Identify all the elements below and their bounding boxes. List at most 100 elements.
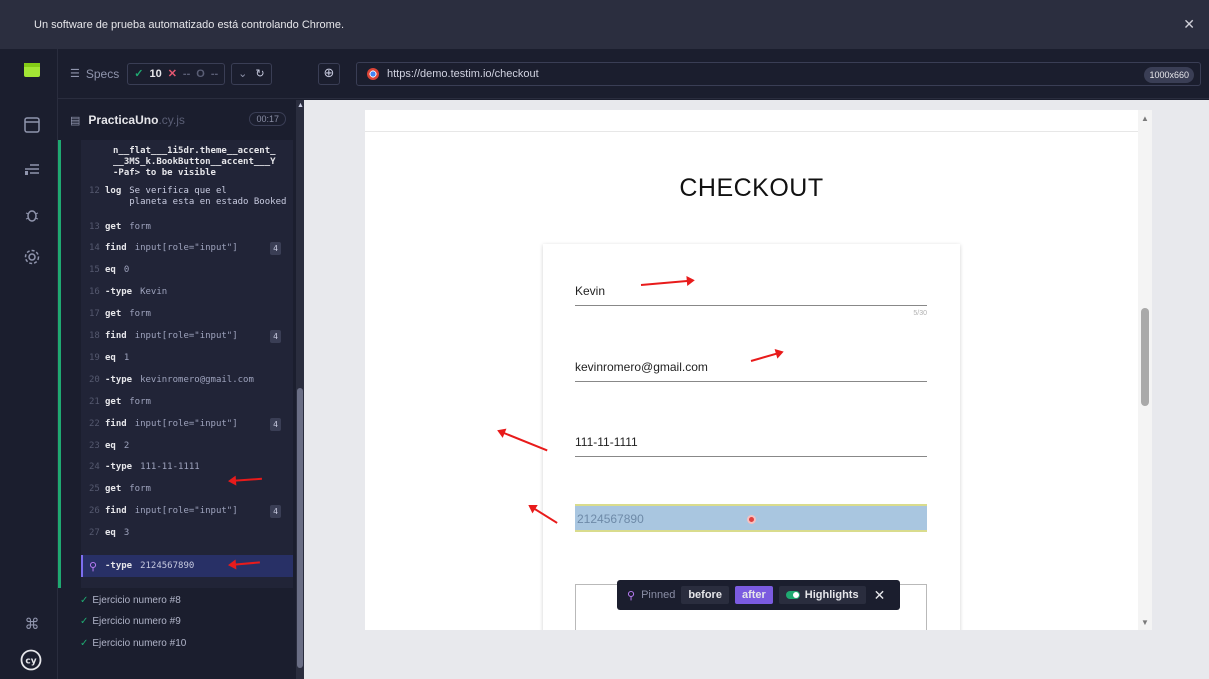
- before-button[interactable]: before: [681, 586, 729, 604]
- command-arg: input[role="input"]: [134, 418, 238, 429]
- command-row[interactable]: 13 get form: [89, 216, 289, 238]
- selector-playground-icon[interactable]: ⊕: [318, 63, 340, 85]
- command-list: n__flat___1i5dr.theme__accent_ __3MS_k.B…: [81, 140, 293, 588]
- specs-nav-icon[interactable]: [23, 63, 41, 81]
- email-input[interactable]: kevinromero@gmail.com: [575, 360, 927, 382]
- debug-bug-icon[interactable]: [23, 207, 41, 225]
- name-field[interactable]: Kevin 5/30: [575, 284, 927, 317]
- ssn-field[interactable]: 111-11-1111: [575, 435, 927, 457]
- aut-header: ⊕ https://demo.testim.io/checkout 1000x6…: [304, 49, 1209, 99]
- command-arg: input[role="input"]: [134, 331, 238, 341]
- command-row[interactable]: 26 find input[role="input"] 4: [89, 501, 289, 523]
- rerun-icon[interactable]: ↻: [255, 67, 264, 80]
- command-row[interactable]: 19 eq 1: [89, 347, 289, 369]
- command-row[interactable]: 23 eq 2: [89, 435, 289, 457]
- test-commands: n__flat___1i5dr.theme__accent_ __3MS_k.B…: [58, 140, 293, 588]
- command-name: -type: [105, 462, 133, 473]
- command-number: 23: [89, 440, 100, 451]
- pin-icon: ⚲: [627, 589, 636, 602]
- command-row[interactable]: 22 find input[role="input"] 4: [89, 413, 289, 435]
- close-snapshot-icon[interactable]: ✕: [874, 587, 886, 604]
- phone-field-highlighted[interactable]: 2124567890: [575, 504, 927, 532]
- command-row[interactable]: 12 log Se verifica que el planeta esta en…: [89, 182, 289, 216]
- log-line-2: planeta esta en estado Booked: [129, 197, 287, 207]
- close-infobar-icon[interactable]: ✕: [1183, 16, 1195, 33]
- command-arg: Kevin: [140, 287, 168, 298]
- spec-name: PracticaUno: [88, 113, 159, 127]
- toggle-switch[interactable]: [785, 591, 800, 599]
- reporter-header: ☰ Specs ✓ 10 ✕ -- O -- ⌄ ↻: [58, 49, 304, 99]
- command-row[interactable]: 16 -type Kevin: [89, 282, 289, 304]
- passed-count: 10: [149, 67, 162, 80]
- ssn-input[interactable]: 111-11-1111: [575, 435, 927, 457]
- settings-gear-icon[interactable]: [23, 249, 41, 267]
- after-button[interactable]: after: [734, 586, 773, 604]
- command-row[interactable]: 20 -type kevinromero@gmail.com: [89, 369, 289, 391]
- collapse-chevron-icon[interactable]: ⌄: [238, 67, 247, 80]
- scroll-up-icon[interactable]: ▲: [297, 102, 304, 109]
- viewport-size-badge[interactable]: 1000x660: [1144, 67, 1194, 83]
- command-row[interactable]: 21 get form: [89, 391, 289, 413]
- command-number: 26: [89, 506, 100, 517]
- command-number: 21: [89, 396, 100, 407]
- specs-toggle-icon[interactable]: ☰: [70, 67, 80, 80]
- scrollbar-thumb[interactable]: [297, 388, 303, 668]
- selected-command-row[interactable]: ⚲ -type 2124567890: [81, 555, 293, 577]
- chrome-icon: [367, 68, 379, 80]
- command-row[interactable]: 17 get form: [89, 304, 289, 326]
- command-log-scrollbar[interactable]: ▲: [296, 100, 304, 679]
- failed-x-icon: ✕: [167, 68, 177, 80]
- passed-check-icon: ✓: [80, 638, 89, 649]
- runs-nav-icon[interactable]: [23, 117, 41, 135]
- app-scrollbar[interactable]: ▲ ▼: [1138, 110, 1152, 630]
- keyboard-shortcuts-icon[interactable]: ⌘: [23, 615, 41, 633]
- spec-duration: 00:17: [249, 112, 286, 126]
- list-nav-icon[interactable]: [23, 161, 41, 179]
- file-icon: ▤: [70, 114, 81, 127]
- highlights-toggle[interactable]: Highlights: [778, 586, 866, 604]
- assertion-text[interactable]: n__flat___1i5dr.theme__accent_ __3MS_k.B…: [113, 146, 276, 179]
- command-arg: 1: [123, 352, 130, 363]
- command-number: 13: [89, 221, 100, 232]
- command-name: eq: [105, 352, 116, 363]
- url-field[interactable]: https://demo.testim.io/checkout 1000x660: [356, 62, 1201, 86]
- scroll-up-icon[interactable]: ▲: [1141, 114, 1149, 123]
- command-number: 12: [89, 186, 100, 196]
- element-count-badge: 4: [270, 330, 281, 343]
- scrollbar-thumb[interactable]: [1141, 308, 1149, 406]
- pending-icon: O: [196, 67, 205, 80]
- command-row[interactable]: 27 eq 3: [89, 523, 289, 545]
- command-name: find: [105, 506, 127, 517]
- char-counter: 5/30: [913, 310, 927, 317]
- scroll-down-icon[interactable]: ▼: [1141, 618, 1149, 627]
- command-row[interactable]: 18 find input[role="input"] 4: [89, 326, 289, 348]
- command-arg: form: [129, 221, 151, 232]
- cypress-logo-icon: cy: [20, 649, 42, 671]
- automation-message: Un software de prueba automatizado está …: [34, 18, 345, 31]
- test-item-8[interactable]: ✓ Ejercicio numero #8: [80, 595, 181, 606]
- command-row[interactable]: 14 find input[role="input"] 4: [89, 238, 289, 260]
- command-row[interactable]: 25 get form: [89, 479, 289, 501]
- passed-check-icon: ✓: [80, 595, 89, 606]
- element-count-badge: 4: [270, 505, 281, 519]
- command-row[interactable]: 24 -type 111-11-1111: [89, 457, 289, 479]
- spec-header: ▤ PracticaUno .cy.js 00:17: [58, 100, 294, 140]
- phone-input[interactable]: 2124567890: [577, 512, 644, 526]
- page-title: CHECKOUT: [679, 174, 824, 202]
- assertion-line: n__flat___1i5dr.theme__accent_: [113, 146, 276, 156]
- command-name: get: [105, 484, 122, 495]
- passed-check-icon: ✓: [80, 616, 89, 627]
- test-item-10[interactable]: ✓ Ejercicio numero #10: [80, 638, 186, 649]
- command-row[interactable]: 15 eq 0: [89, 260, 289, 282]
- command-name: get: [105, 396, 122, 407]
- command-name: find: [105, 331, 127, 341]
- app-under-test: CHECKOUT Kevin 5/30 kevinromero@gmail.co…: [365, 110, 1152, 630]
- run-stats: ✓ 10 ✕ -- O --: [127, 62, 226, 85]
- name-input[interactable]: Kevin: [575, 284, 927, 306]
- test-item-9[interactable]: ✓ Ejercicio numero #9: [80, 616, 181, 627]
- specs-label[interactable]: Specs: [86, 67, 119, 81]
- command-name: -type: [105, 287, 133, 298]
- email-field[interactable]: kevinromero@gmail.com: [575, 360, 927, 382]
- assertion-line: -Paf> to be visible: [113, 168, 216, 178]
- command-name: -type: [105, 374, 133, 385]
